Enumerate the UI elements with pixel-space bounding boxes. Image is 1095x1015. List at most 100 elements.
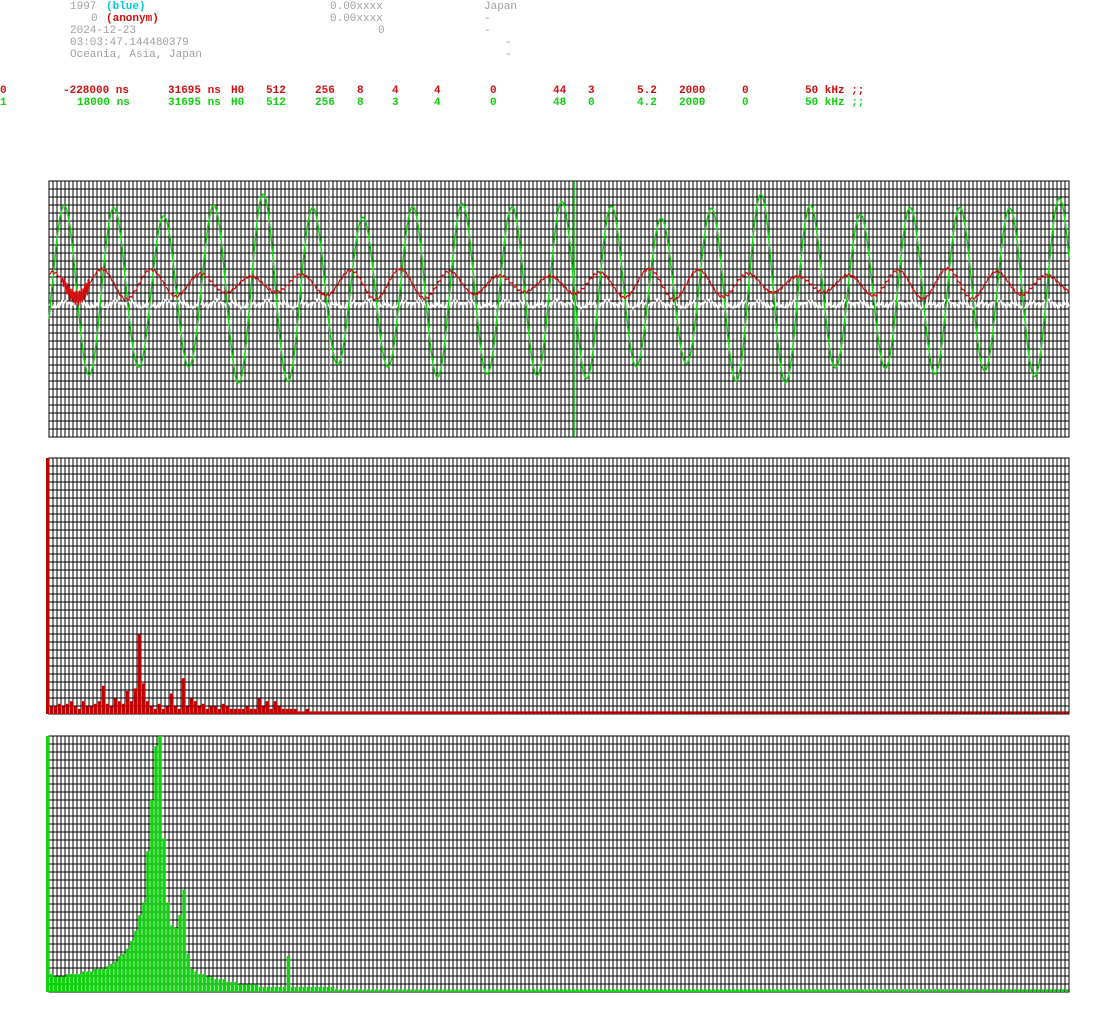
spectrum-green-bar (314, 986, 319, 992)
spectrum-red-bar (517, 711, 521, 714)
spectrum-red-bar (621, 711, 625, 714)
spectrum-red-bar (737, 711, 741, 714)
spectrum-red-bar (693, 711, 697, 714)
spectrum-green-bar (1020, 989, 1025, 992)
spectrum-green-bar (728, 989, 732, 992)
spectrum-green-bar (150, 800, 154, 992)
spectrum-green-bar (968, 989, 973, 992)
spectrum-green-bar (784, 989, 788, 992)
spectrum-green-bar (607, 989, 612, 992)
spectrum-green-bar (62, 976, 66, 992)
spectrum-green-bar (868, 989, 872, 992)
spectrum-red-bar (697, 711, 701, 714)
spectrum-green-bar (1060, 989, 1065, 992)
spectrum-red-bar (449, 711, 454, 714)
spectrum-green-bar (154, 746, 158, 992)
spectrum-green-bar (230, 981, 234, 992)
spectrum-green-bar (50, 974, 54, 992)
spectrum-red-bar (781, 711, 785, 714)
spectrum-green-bar (551, 989, 555, 992)
spectrum-green-bar (764, 989, 768, 992)
spectrum-red-bar (453, 711, 457, 714)
spectrum-green-bar (54, 976, 58, 992)
spectrum-green-bar (158, 736, 162, 992)
spectrum-green-bar (278, 986, 283, 992)
spectrum-green-bar (302, 986, 307, 992)
spectrum-red-bar (501, 711, 505, 714)
spectrum-green-bar (736, 989, 740, 992)
spectrum-green-bar (407, 989, 411, 992)
spectrum-green-bar (559, 989, 563, 992)
spectrum-green-bar (250, 984, 255, 992)
spectrum-red-bar (1037, 711, 1041, 714)
spectrum-green-bar (776, 989, 780, 992)
spectrum-green-bar (210, 976, 214, 992)
spectrum-green-bar (475, 989, 479, 992)
spectrum-green-bar (1004, 989, 1009, 992)
spectrum-red-bar (213, 706, 218, 714)
spectrum-green-bar (687, 989, 692, 992)
spectrum-green-bar (944, 989, 949, 992)
spectrum-red-bar (181, 678, 186, 714)
spectrum-red-bar (385, 711, 390, 714)
spectrum-green-bar (756, 989, 760, 992)
spectrum-red-bar (673, 711, 677, 714)
spectrum-red-bar (657, 711, 661, 714)
spectrum-red-bar (821, 711, 825, 714)
spectrum-green-bar (391, 989, 395, 992)
spectrum-green-bar (282, 986, 287, 992)
spectrum-red-bar (853, 711, 857, 714)
spectrum-red-bar (873, 711, 877, 714)
spectrum-green-bar (924, 989, 928, 992)
plot-area (46, 180, 1070, 993)
spectrum-red-bar (489, 711, 493, 714)
spectrum-red-bar (681, 711, 685, 714)
spectrum-red-bar (629, 711, 633, 714)
spectrum-green-bar (146, 851, 150, 992)
spectrum-red-bar (933, 711, 937, 714)
spectrum-green-bar (246, 984, 250, 992)
spectrum-green-bar (114, 961, 118, 992)
spectrum-red-bar (113, 698, 118, 714)
spectrum-green-bar (667, 989, 672, 992)
spectrum-red-bar (261, 706, 266, 714)
spectrum-red-bar (433, 711, 438, 714)
spectrum-green-bar (102, 969, 106, 992)
spectrum-red-bar (1049, 711, 1053, 714)
spectrum-red-bar (625, 711, 629, 714)
spectrum-red-bar (129, 701, 134, 714)
spectrum-green-bar (611, 989, 616, 992)
spectrum-red-bar (849, 711, 853, 714)
spectrum-red-grid (48, 457, 1070, 715)
spectrum-green-bar (354, 989, 359, 992)
spectrum-red-bar (569, 711, 573, 714)
spectrum-red-bar (189, 698, 194, 714)
spectrum-green-bar (70, 974, 74, 992)
spectrum-red-bar (53, 706, 58, 714)
spectrum-red-bar (349, 711, 354, 714)
spectrum-red-bar (817, 711, 821, 714)
spectrum-red-bar (281, 708, 286, 714)
spectrum-green-bar (451, 989, 455, 992)
spectrum-red-bar (897, 711, 901, 714)
spectrum-green-bar (110, 963, 114, 992)
spectrum-red-bar (369, 711, 374, 714)
spectrum-red-bar (585, 711, 589, 714)
spectrum-red-bar (977, 711, 981, 714)
spectrum-green-bar (772, 989, 776, 992)
spectrum-green-bar (824, 989, 828, 992)
spectrum-red-bar (217, 708, 222, 714)
spectrum-red-bar (445, 711, 450, 714)
spectrum-green-bar (182, 889, 186, 992)
spectrum-green-bar (651, 989, 656, 992)
spectrum-red-bar (1045, 711, 1049, 714)
spectrum-green-bar (996, 989, 1001, 992)
spectrum-red-bar (69, 701, 74, 714)
spectrum-red-bar (605, 711, 609, 714)
spectrum-red-bar (425, 711, 430, 714)
spectrum-green-bar (411, 989, 415, 992)
spectrum-red-bar (65, 703, 70, 714)
spectrum-green-bar (1036, 989, 1041, 992)
spectrum-red-bar (785, 711, 789, 714)
spectrum-green-bar (370, 989, 375, 992)
